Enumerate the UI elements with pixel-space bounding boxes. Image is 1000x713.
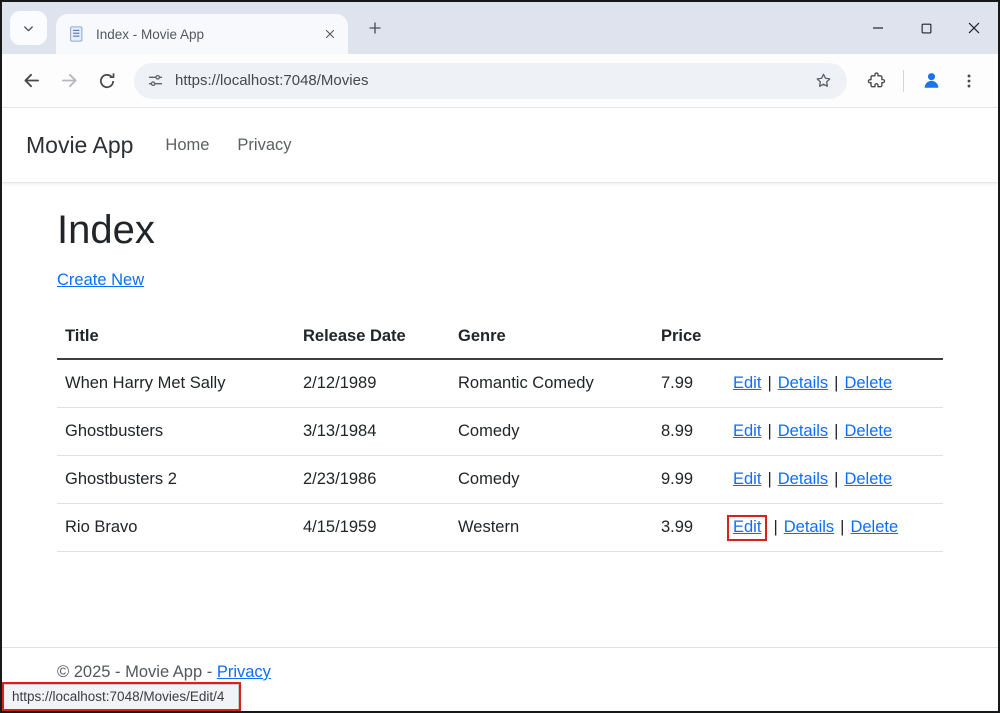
cell-actions: Edit | Details | Delete [725, 359, 943, 408]
cell-price: 9.99 [653, 456, 725, 504]
cell-title: Ghostbusters [57, 408, 295, 456]
cell-title: When Harry Met Sally [57, 359, 295, 408]
browser-toolbar: https://localhost:7048/Movies [2, 54, 998, 108]
create-new-link[interactable]: Create New [57, 271, 144, 289]
cell-actions: Edit | Details | Delete [725, 456, 943, 504]
header-price: Price [653, 317, 725, 359]
header-title: Title [57, 317, 295, 359]
cell-genre: Romantic Comedy [450, 359, 653, 408]
address-bar[interactable]: https://localhost:7048/Movies [134, 63, 847, 99]
cell-release-date: 2/23/1986 [295, 456, 450, 504]
site-settings-icon[interactable] [147, 72, 164, 89]
edit-link[interactable]: Edit [733, 518, 761, 536]
cell-price: 7.99 [653, 359, 725, 408]
cell-actions: Edit | Details | Delete [725, 504, 943, 552]
tab-strip: Index - Movie App [2, 2, 998, 54]
action-separator: | [767, 422, 771, 440]
annotation-edit-highlight: Edit [727, 515, 767, 541]
action-separator: | [767, 374, 771, 392]
brand-link[interactable]: Movie App [26, 132, 133, 159]
maximize-button[interactable] [902, 2, 950, 54]
main-content: Index Create New Title Release Date Genr… [2, 183, 998, 552]
url-text[interactable]: https://localhost:7048/Movies [175, 72, 807, 89]
extensions-icon[interactable] [857, 62, 895, 100]
header-release-date: Release Date [295, 317, 450, 359]
delete-link[interactable]: Delete [844, 374, 892, 392]
cell-release-date: 4/15/1959 [295, 504, 450, 552]
details-link[interactable]: Details [784, 518, 834, 536]
details-link[interactable]: Details [778, 422, 828, 440]
action-separator: | [834, 374, 838, 392]
status-bar-url: https://localhost:7048/Movies/Edit/4 [4, 684, 239, 709]
action-separator: | [840, 518, 844, 536]
cell-genre: Comedy [450, 456, 653, 504]
movies-table: Title Release Date Genre Price When Harr… [57, 317, 943, 552]
details-link[interactable]: Details [778, 470, 828, 488]
minimize-button[interactable] [854, 2, 902, 54]
action-separator: | [773, 518, 777, 536]
delete-link[interactable]: Delete [844, 422, 892, 440]
table-row: Ghostbusters 3/13/1984 Comedy 8.99 Edit |… [57, 408, 943, 456]
annotation-status-highlight: https://localhost:7048/Movies/Edit/4 [2, 682, 241, 711]
cell-title: Rio Bravo [57, 504, 295, 552]
action-separator: | [767, 470, 771, 488]
action-separator: | [834, 470, 838, 488]
window-controls [854, 2, 998, 54]
copyright-text: © 2025 - Movie App - [57, 663, 212, 681]
delete-link[interactable]: Delete [844, 470, 892, 488]
tab-title: Index - Movie App [96, 27, 318, 42]
page-title: Index [57, 208, 943, 253]
new-tab-button[interactable] [360, 13, 390, 43]
tab-search-button[interactable] [10, 11, 47, 45]
table-row: Rio Bravo 4/15/1959 Western 3.99 Edit | De… [57, 504, 943, 552]
nav-link-home[interactable]: Home [165, 136, 209, 155]
nav-link-privacy[interactable]: Privacy [237, 136, 291, 155]
forward-button[interactable] [50, 62, 88, 100]
profile-avatar[interactable] [912, 62, 950, 100]
cell-title: Ghostbusters 2 [57, 456, 295, 504]
toolbar-divider [903, 70, 904, 92]
header-genre: Genre [450, 317, 653, 359]
cell-price: 8.99 [653, 408, 725, 456]
details-link[interactable]: Details [778, 374, 828, 392]
edit-link[interactable]: Edit [733, 374, 761, 392]
site-footer: © 2025 - Movie App - Privacy [2, 647, 998, 682]
action-separator: | [834, 422, 838, 440]
cell-genre: Western [450, 504, 653, 552]
chevron-down-icon [21, 21, 36, 36]
browser-window: Index - Movie App [0, 0, 1000, 713]
table-header-row: Title Release Date Genre Price [57, 317, 943, 359]
bookmark-star-icon[interactable] [807, 65, 839, 97]
cell-release-date: 3/13/1984 [295, 408, 450, 456]
cell-actions: Edit | Details | Delete [725, 408, 943, 456]
browser-tab[interactable]: Index - Movie App [56, 14, 348, 54]
cell-release-date: 2/12/1989 [295, 359, 450, 408]
cell-price: 3.99 [653, 504, 725, 552]
edit-link[interactable]: Edit [733, 422, 761, 440]
edit-link[interactable]: Edit [733, 470, 761, 488]
table-row: When Harry Met Sally 2/12/1989 Romantic … [57, 359, 943, 408]
tab-close-icon[interactable] [318, 22, 342, 46]
reload-button[interactable] [88, 62, 126, 100]
favicon-icon [68, 25, 86, 43]
table-row: Ghostbusters 2 2/23/1986 Comedy 9.99 Edi… [57, 456, 943, 504]
footer-privacy-link[interactable]: Privacy [217, 663, 271, 681]
close-button[interactable] [950, 2, 998, 54]
site-navbar: Movie App Home Privacy [2, 108, 998, 183]
header-actions [725, 317, 943, 359]
back-button[interactable] [12, 62, 50, 100]
cell-genre: Comedy [450, 408, 653, 456]
delete-link[interactable]: Delete [850, 518, 898, 536]
menu-dots-icon[interactable] [950, 62, 988, 100]
